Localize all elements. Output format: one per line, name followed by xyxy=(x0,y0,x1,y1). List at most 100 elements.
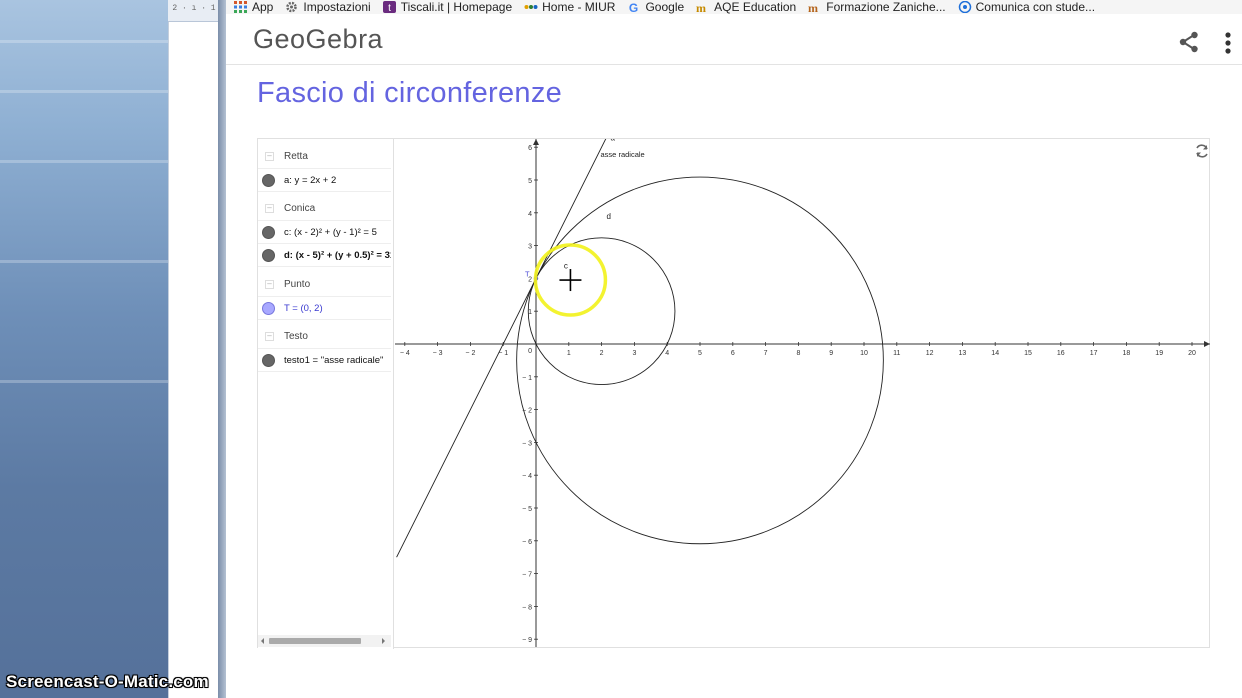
bookmark-aqe[interactable]: m AQE Education xyxy=(696,0,796,14)
svg-text:G: G xyxy=(629,1,638,13)
browser-window: App Impostazioni t Tiscali.it | Homepage… xyxy=(226,0,1242,698)
y-tick-label: − 6 xyxy=(522,539,532,546)
screencast-watermark: Screencast-O-Matic.com xyxy=(6,672,209,691)
x-tick-label: 4 xyxy=(665,350,669,357)
x-axis-arrow xyxy=(1204,341,1210,347)
svg-text:t: t xyxy=(388,3,391,13)
algebra-row-text: T = (0, 2) xyxy=(284,303,323,314)
y-axis-arrow xyxy=(533,139,539,145)
comunica-icon xyxy=(958,0,971,14)
graphics-canvas[interactable]: − 4− 3− 2− 1 1 2 3 4 5 6 7 8 9 10 11 12 13 14 15 16 17 18 1… xyxy=(395,139,1210,647)
tiscali-icon: t xyxy=(382,1,396,14)
share-icon[interactable] xyxy=(1178,31,1200,53)
x-tick-label: 2 xyxy=(600,350,604,357)
collapse-icon[interactable]: – xyxy=(265,280,274,289)
bookmark-tiscali[interactable]: t Tiscali.it | Homepage xyxy=(382,0,513,14)
bookmark-app[interactable]: App xyxy=(234,0,273,14)
visibility-toggle[interactable] xyxy=(262,354,275,367)
category-label: Punto xyxy=(284,279,311,290)
bookmark-impostazioni[interactable]: Impostazioni xyxy=(285,0,371,14)
word-ruler: 2 · ı · 1 xyxy=(168,0,220,22)
x-tick-label: 14 xyxy=(991,350,999,357)
y-tick-label: 3 xyxy=(528,244,532,251)
zanichelli-icon: m xyxy=(808,1,821,14)
y-tick-label: − 9 xyxy=(522,637,532,644)
line-a xyxy=(396,139,607,558)
visibility-toggle[interactable] xyxy=(262,302,275,315)
screen: 2 · ı · 1 App Impostazioni t Tiscali.it … xyxy=(0,0,1242,698)
geogebra-header: GeoGebra xyxy=(226,14,1242,65)
point-T-label: T xyxy=(525,269,530,278)
window-edge xyxy=(218,0,226,698)
x-tick-label: 12 xyxy=(926,350,934,357)
collapse-icon[interactable]: – xyxy=(265,204,274,213)
visibility-toggle[interactable] xyxy=(262,226,275,239)
more-vert-icon[interactable] xyxy=(1224,31,1232,55)
category-conica[interactable]: – Conica xyxy=(258,195,391,221)
x-tick-label: 11 xyxy=(893,350,900,357)
x-tick-label: 17 xyxy=(1090,350,1098,357)
geogebra-logo[interactable]: GeoGebra xyxy=(253,24,383,55)
x-tick-label: 5 xyxy=(698,350,702,357)
horizontal-scrollbar[interactable] xyxy=(258,635,391,647)
x-tick-label: − 4 xyxy=(400,350,410,357)
y-tick-label: − 1 xyxy=(522,375,532,382)
y-tick-label: 5 xyxy=(528,178,532,185)
circle-d-label: d xyxy=(607,212,611,221)
line-a-label: a xyxy=(611,139,616,142)
bookmark-zanichelli[interactable]: m Formazione Zaniche... xyxy=(808,0,945,14)
x-tick-label: 3 xyxy=(632,350,636,357)
bookmark-comunica[interactable]: Comunica con stude... xyxy=(958,0,1095,14)
x-tick-label: 9 xyxy=(829,350,833,357)
bookmark-label: Home - MIUR xyxy=(542,0,616,14)
word-document-page xyxy=(168,22,218,698)
algebra-row-testo1[interactable]: testo1 = "asse radicale" xyxy=(258,349,391,372)
x-tick-label: 19 xyxy=(1155,350,1163,357)
radical-axis-text: asse radicale xyxy=(601,150,645,159)
category-testo[interactable]: – Testo xyxy=(258,323,391,349)
scroll-left-icon[interactable] xyxy=(260,638,266,644)
algebra-row-c[interactable]: c: (x - 2)² + (y - 1)² = 5 xyxy=(258,221,391,244)
algebra-row-d[interactable]: d: (x - 5)² + (y + 0.5)² = 31.25 xyxy=(258,244,391,267)
collapse-icon[interactable]: – xyxy=(265,332,274,341)
geogebra-applet[interactable]: – Retta a: y = 2x + 2 – Conica c: (x - 2… xyxy=(257,138,1210,649)
x-tick-label: 20 xyxy=(1188,350,1196,357)
algebra-row-a[interactable]: a: y = 2x + 2 xyxy=(258,169,391,192)
circle-c xyxy=(527,237,676,385)
bookmark-label: Tiscali.it | Homepage xyxy=(400,0,513,14)
svg-text:m: m xyxy=(808,1,818,13)
y-tick-label: 4 xyxy=(528,211,532,218)
x-tick-label: 7 xyxy=(764,350,768,357)
circle-c-label: c xyxy=(564,261,568,270)
category-label: Conica xyxy=(284,203,316,214)
aqe-icon: m xyxy=(696,1,709,14)
algebra-row-text: c: (x - 2)² + (y - 1)² = 5 xyxy=(284,227,377,238)
category-retta[interactable]: – Retta xyxy=(258,143,391,169)
algebra-view[interactable]: – Retta a: y = 2x + 2 – Conica c: (x - 2… xyxy=(258,139,394,649)
circle-d xyxy=(516,176,884,545)
graphics-view[interactable]: − 4− 3− 2− 1 1 2 3 4 5 6 7 8 9 10 11 12 13 14 15 16 17 18 1… xyxy=(395,139,1210,647)
refresh-icon[interactable] xyxy=(1194,143,1210,159)
scroll-right-icon[interactable] xyxy=(380,638,386,644)
category-punto[interactable]: – Punto xyxy=(258,271,391,297)
x-tick-label: 10 xyxy=(860,350,868,357)
x-tick-label: 1 xyxy=(567,350,571,357)
x-tick-label: 18 xyxy=(1123,350,1131,357)
apps-grid-icon xyxy=(234,1,247,13)
bookmark-label: Comunica con stude... xyxy=(975,0,1096,14)
desktop-background xyxy=(0,0,168,698)
gear-icon xyxy=(285,1,298,13)
y-tick-label: − 8 xyxy=(522,604,532,611)
bookmark-label: AQE Education xyxy=(714,0,797,14)
bookmark-miur[interactable]: Home - MIUR xyxy=(524,0,615,14)
visibility-toggle[interactable] xyxy=(262,249,275,262)
scrollbar-thumb[interactable] xyxy=(269,638,361,644)
x-tick-label: − 3 xyxy=(433,350,443,357)
bookmark-label: Google xyxy=(645,0,685,14)
x-tick-label: 15 xyxy=(1024,350,1032,357)
collapse-icon[interactable]: – xyxy=(265,152,274,161)
visibility-toggle[interactable] xyxy=(262,174,275,187)
algebra-row-T[interactable]: T = (0, 2) xyxy=(258,297,391,320)
bookmark-google[interactable]: G Google xyxy=(627,0,684,14)
google-icon: G xyxy=(627,1,640,14)
